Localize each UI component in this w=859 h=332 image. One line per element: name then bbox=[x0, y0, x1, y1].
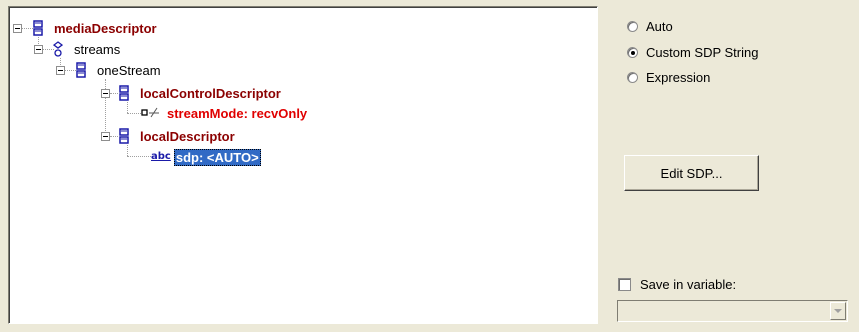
tree-node-sdp[interactable]: abc sdp: <AUTO> bbox=[151, 148, 261, 166]
tree-connector bbox=[127, 156, 151, 157]
struct-icon bbox=[119, 128, 131, 144]
media-descriptor-tree[interactable]: mediaDescriptor streams oneStream localC… bbox=[8, 6, 598, 324]
tree-connector bbox=[110, 93, 118, 94]
tree-connector bbox=[22, 28, 33, 29]
enum-icon bbox=[141, 105, 161, 121]
radio-button-icon bbox=[627, 72, 638, 83]
tree-node-label: localDescriptor bbox=[140, 128, 235, 144]
tree-node-label: mediaDescriptor bbox=[54, 20, 157, 36]
tree-node-label: streams bbox=[74, 41, 121, 57]
collapse-toggle[interactable] bbox=[56, 66, 65, 75]
tree-node-one-stream[interactable]: oneStream bbox=[76, 61, 163, 79]
string-icon: abc bbox=[151, 151, 171, 162]
save-in-variable-checkbox[interactable]: Save in variable: bbox=[618, 277, 736, 292]
radio-button-icon bbox=[627, 47, 638, 58]
collapse-toggle[interactable] bbox=[34, 45, 43, 54]
tree-node-label: oneStream bbox=[97, 62, 161, 78]
tree-node-label: localControlDescriptor bbox=[140, 85, 281, 101]
tree-node-media-descriptor[interactable]: mediaDescriptor bbox=[33, 19, 159, 37]
edit-sdp-button-label: Edit SDP... bbox=[660, 165, 723, 181]
tree-node-stream-mode[interactable]: streamMode: recvOnly bbox=[141, 104, 309, 122]
edit-sdp-button[interactable]: Edit SDP... bbox=[624, 155, 759, 191]
collapse-toggle[interactable] bbox=[101, 89, 110, 98]
radio-auto[interactable]: Auto bbox=[627, 19, 673, 34]
tree-connector bbox=[127, 113, 141, 114]
struct-icon bbox=[76, 62, 88, 78]
tree-connector bbox=[110, 136, 118, 137]
radio-custom-sdp-string[interactable]: Custom SDP String bbox=[627, 45, 758, 60]
radio-expression[interactable]: Expression bbox=[627, 70, 710, 85]
variable-dropdown[interactable] bbox=[617, 300, 848, 322]
tree-node-local-control-descriptor[interactable]: localControlDescriptor bbox=[119, 84, 283, 102]
collapse-toggle[interactable] bbox=[13, 24, 22, 33]
collapse-toggle[interactable] bbox=[101, 132, 110, 141]
sequence-icon bbox=[52, 41, 65, 57]
tree-connector bbox=[65, 70, 76, 71]
tree-connector bbox=[127, 145, 128, 156]
struct-icon bbox=[33, 20, 45, 36]
tree-connector bbox=[127, 102, 128, 113]
tree-node-label: sdp: <AUTO> bbox=[173, 148, 261, 166]
save-in-variable-label: Save in variable: bbox=[640, 277, 737, 292]
chevron-down-icon[interactable] bbox=[830, 302, 846, 320]
checkbox-icon bbox=[618, 278, 631, 291]
tree-node-label: streamMode: recvOnly bbox=[167, 105, 308, 121]
tree-node-local-descriptor[interactable]: localDescriptor bbox=[119, 127, 237, 145]
radio-label: Expression bbox=[646, 70, 711, 85]
radio-label: Auto bbox=[646, 19, 673, 34]
radio-button-icon bbox=[627, 21, 638, 32]
tree-node-streams[interactable]: streams bbox=[52, 40, 122, 58]
radio-label: Custom SDP String bbox=[646, 45, 759, 60]
struct-icon bbox=[119, 85, 131, 101]
